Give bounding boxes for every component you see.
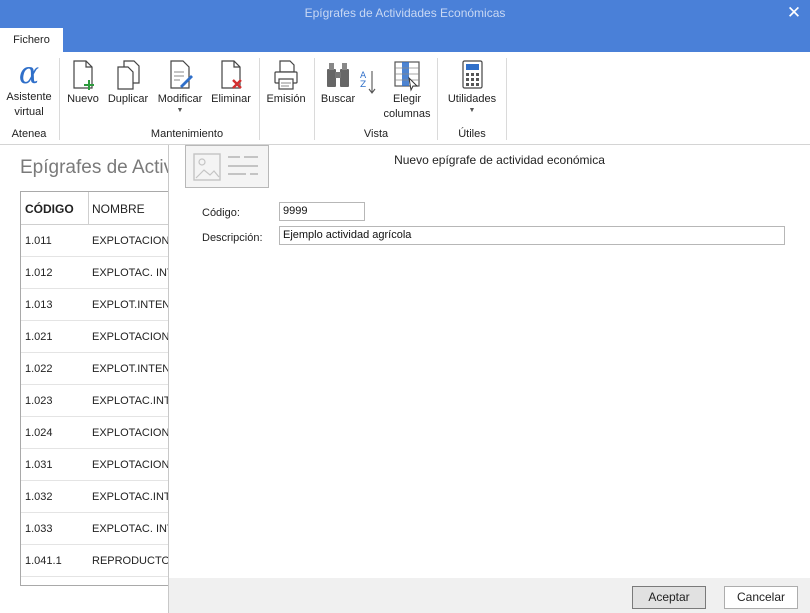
cell-codigo: 1.041.1 [25,555,62,567]
nuevo-label: Nuevo [67,93,99,105]
cell-nombre: EXPLOTAC.INT [92,395,170,407]
cell-codigo: 1.033 [25,523,53,535]
nuevo-button[interactable]: Nuevo [65,58,101,107]
dialog-footer: Aceptar Cancelar [169,578,810,613]
close-icon[interactable]: ✕ [785,2,803,24]
cell-nombre: EXPLOTACION [92,459,170,471]
delete-document-icon [221,60,242,89]
cell-nombre: EXPLOTACION [92,331,170,343]
cell-codigo: 1.032 [25,491,53,503]
utilidades-label: Utilidades [447,93,497,105]
calculator-icon [462,60,483,89]
emision-button[interactable]: Emisión [264,58,308,107]
modificar-label: Modificar [157,93,203,105]
cell-nombre: EXPLOTAC. INT [92,523,170,535]
eliminar-button[interactable]: Eliminar [208,58,254,107]
table-row[interactable]: 1.012 EXPLOTAC. INT [21,257,169,289]
duplicate-icon [117,60,140,90]
table-row[interactable]: 1.041.1 REPRODUCTOR [21,545,169,577]
table-row[interactable]: 1.033 EXPLOTAC. INT [21,513,169,545]
cell-nombre: EXPLOTAC.INT [92,491,170,503]
cell-nombre: EXPLOTACION [92,427,170,439]
elegir-label-2: columnas [383,108,431,120]
group-label-utiles: Útiles [458,128,486,140]
cancelar-button[interactable]: Cancelar [724,586,798,609]
eliminar-label: Eliminar [211,93,251,105]
elegir-label-1: Elegir [392,93,422,105]
aceptar-button[interactable]: Aceptar [632,586,706,609]
table-row[interactable]: 1.022 EXPLOT.INTEN [21,353,169,385]
title-bar: Epígrafes de Actividades Económicas ✕ [0,0,810,28]
table-row[interactable]: 1.023 EXPLOTAC.INT [21,385,169,417]
chevron-down-icon: ▼ [176,107,184,114]
alpha-icon: α [18,56,40,91]
cell-codigo: 1.011 [25,235,52,247]
cell-nombre: EXPLOT.INTEN [92,363,170,375]
table-row[interactable]: 1.031 EXPLOTACION [21,449,169,481]
ribbon-tab-strip: Fichero [0,28,810,52]
column-header-codigo[interactable]: CÓDIGO [25,202,74,216]
asistente-virtual-button[interactable]: α Asistente virtual [4,58,54,120]
tab-fichero[interactable]: Fichero [0,28,63,52]
edit-document-icon [170,60,193,89]
table-row[interactable]: 1.013 EXPLOT.INTEN [21,289,169,321]
window-title: Epígrafes de Actividades Económicas [304,6,506,20]
cell-nombre: EXPLOT.INTEN [92,299,170,311]
duplicar-button[interactable]: Duplicar [104,58,152,107]
table-header: CÓDIGO NOMBRE [21,192,169,225]
new-document-icon [73,60,94,90]
nuevo-epigrafe-dialog: Nuevo epígrafe de actividad económica Có… [168,145,810,613]
cell-codigo: 1.023 [25,395,53,407]
epigrafes-table: CÓDIGO NOMBRE 1.011 EXPLOTACION 1.012 EXPLO… [20,191,170,586]
duplicar-label: Duplicar [107,93,149,105]
sort-az-icon: A Z [360,71,376,94]
table-row[interactable]: 1.011 EXPLOTACION [21,225,169,257]
emision-label: Emisión [266,93,306,105]
group-label-vista: Vista [363,128,389,140]
group-label-mantenimiento: Mantenimiento [150,128,224,140]
separator [506,58,507,140]
descripcion-field[interactable]: Ejemplo actividad agrícola [279,226,785,245]
printer-icon [274,60,298,90]
binoculars-icon [327,63,349,87]
cell-codigo: 1.021 [25,331,53,343]
codigo-field[interactable]: 9999 [279,202,365,221]
cell-nombre: EXPLOTAC. INT [92,267,170,279]
modificar-button[interactable]: Modificar ▼ [154,58,206,115]
column-divider [88,192,89,225]
table-row[interactable]: 1.021 EXPLOTACION [21,321,169,353]
cell-codigo: 1.013 [25,299,53,311]
buscar-label: Buscar [320,93,356,105]
table-row[interactable]: 1.032 EXPLOTAC.INT [21,481,169,513]
column-header-nombre[interactable]: NOMBRE [92,202,145,216]
cell-codigo: 1.031 [25,459,53,471]
asistente-label-1: Asistente [6,91,52,103]
chevron-down-icon: ▼ [468,107,476,114]
page-title: Epígrafes de Activ [20,157,174,178]
svg-text:Z: Z [360,80,366,90]
cell-codigo: 1.012 [25,267,53,279]
buscar-button[interactable]: Buscar [318,58,358,107]
codigo-label: Código: [202,207,240,219]
cell-nombre: EXPLOTACION [92,235,170,247]
cell-nombre: REPRODUCTOR [92,555,170,567]
group-label-atenea: Atenea [11,128,47,140]
asistente-label-2: virtual [14,106,44,118]
cell-codigo: 1.022 [25,363,53,375]
elegir-columnas-button[interactable]: Elegir columnas [380,58,434,122]
ribbon: α Asistente virtual Atenea Nuevo Duplica… [0,52,810,145]
dialog-title: Nuevo epígrafe de actividad económica [394,153,605,167]
sort-button[interactable]: A Z [358,68,378,96]
descripcion-label: Descripción: [202,232,263,244]
columns-icon [394,61,420,92]
utilidades-button[interactable]: Utilidades ▼ [442,58,502,115]
cell-codigo: 1.024 [25,427,53,439]
table-row[interactable]: 1.024 EXPLOTACION [21,417,169,449]
